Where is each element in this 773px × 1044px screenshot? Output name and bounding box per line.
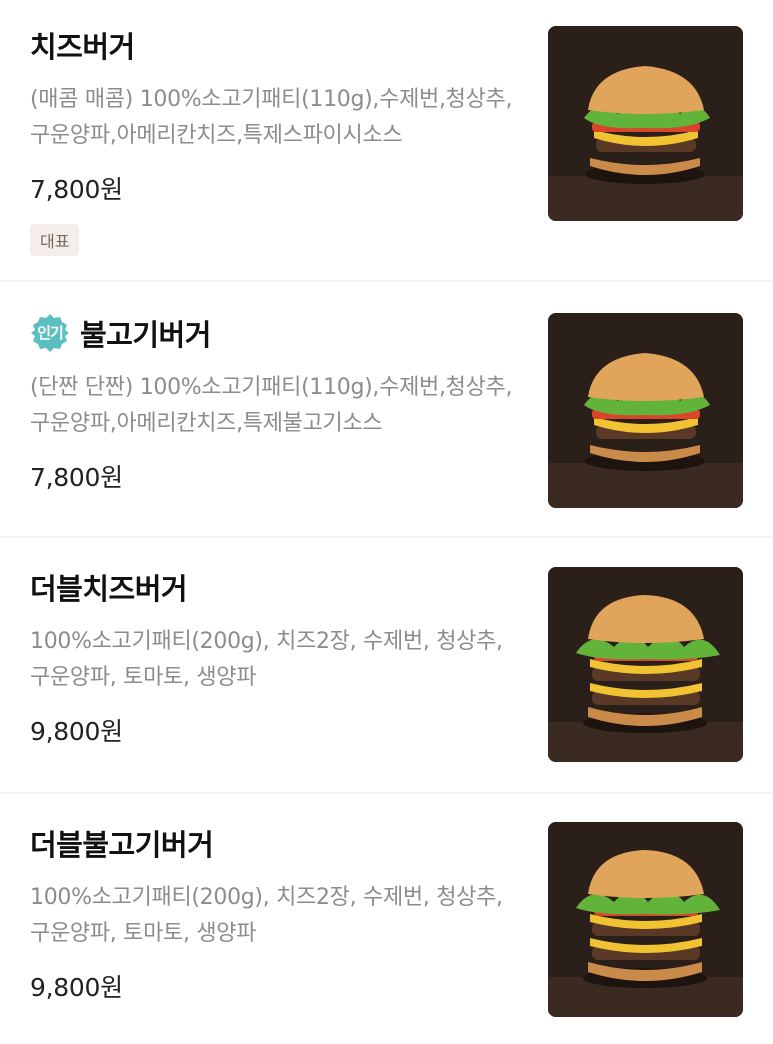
popular-badge: 인기 xyxy=(30,313,70,353)
menu-item-name: 더블불고기버거 xyxy=(30,828,214,862)
menu-item-price: 7,800원 xyxy=(30,463,123,492)
menu-item-price: 9,800원 xyxy=(30,973,123,1002)
menu-item-name: 더블치즈버거 xyxy=(30,572,188,606)
title-row: 인기 불고기버거 xyxy=(30,312,520,354)
menu-item-photo[interactable] xyxy=(548,26,743,221)
menu-item-photo[interactable] xyxy=(548,822,743,1017)
double-burger-photo xyxy=(548,567,743,762)
menu-item-name: 불고기버거 xyxy=(80,318,211,352)
menu-item-photo[interactable] xyxy=(548,567,743,762)
burger-photo xyxy=(548,26,743,221)
menu-item-photo[interactable] xyxy=(548,313,743,508)
menu-item-cheeseburger[interactable]: 치즈버거 (매콤 매콤) 100%소고기패티(110g),수제번,청상추,구운양… xyxy=(0,0,773,282)
menu-item-price: 7,800원 xyxy=(30,175,123,204)
menu-item-description: 100%소고기패티(200g), 치즈2장, 수제번, 청상추, 구운양파, 토… xyxy=(30,629,503,690)
menu-item-bulgogi-burger[interactable]: 인기 불고기버거 (단짠 단짠) 100%소고기패티(110g),수제번,청상추… xyxy=(0,282,773,538)
menu-item-double-cheeseburger[interactable]: 더블치즈버거 100%소고기패티(200g), 치즈2장, 수제번, 청상추, … xyxy=(0,538,773,794)
title-row: 더블치즈버거 xyxy=(30,566,520,608)
menu-item-description: (단짠 단짠) 100%소고기패티(110g),수제번,청상추,구운양파,아메리… xyxy=(30,375,513,436)
menu-item-double-bulgogi-burger[interactable]: 더블불고기버거 100%소고기패티(200g), 치즈2장, 수제번, 청상추,… xyxy=(0,794,773,1044)
double-burger-photo xyxy=(548,822,743,1017)
popular-badge-label: 인기 xyxy=(37,324,64,342)
signature-tag: 대표 xyxy=(30,224,80,256)
title-row: 치즈버거 xyxy=(30,24,520,66)
menu-item-name: 치즈버거 xyxy=(30,30,135,64)
burger-photo xyxy=(548,313,743,508)
menu-item-description: (매콤 매콤) 100%소고기패티(110g),수제번,청상추,구운양파,아메리… xyxy=(30,87,513,148)
title-row: 더블불고기버거 xyxy=(30,822,520,864)
menu-item-price: 9,800원 xyxy=(30,717,123,746)
menu-item-description: 100%소고기패티(200g), 치즈2장, 수제번, 청상추, 구운양파, 토… xyxy=(30,885,503,946)
